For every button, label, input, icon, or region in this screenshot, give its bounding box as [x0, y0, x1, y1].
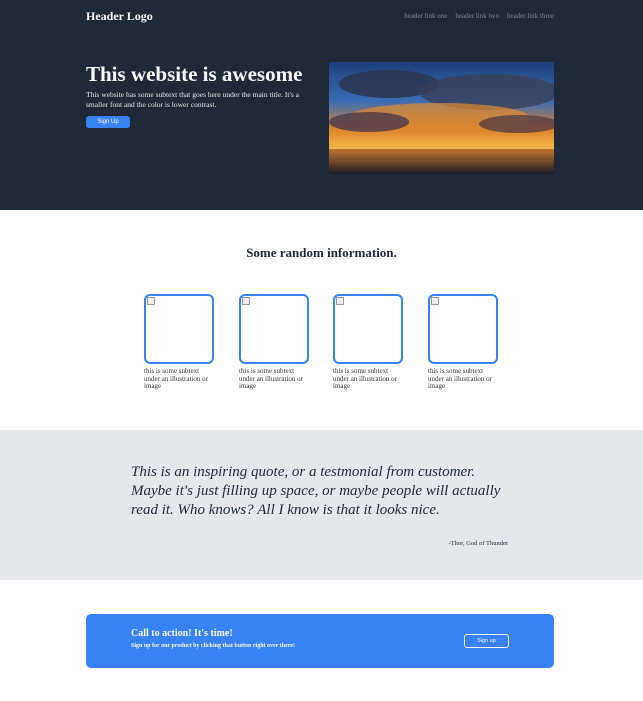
broken-image-icon [431, 297, 439, 305]
header-logo[interactable]: Header Logo [86, 9, 153, 24]
hero-text-block: This website is awesome This website has… [86, 62, 322, 128]
info-card: this is some subtext under an illustrati… [144, 294, 214, 391]
broken-image-icon [242, 297, 250, 305]
info-title: Some random information. [246, 245, 397, 260]
hero-title: This website is awesome [86, 62, 303, 86]
quote-text: This is an inspiring quote, or a testmon… [131, 464, 501, 518]
hero-sunset-image [329, 62, 554, 174]
broken-image-icon [147, 297, 155, 305]
cta-subtext: Sign up for our product by clicking that… [131, 643, 295, 649]
sign-up-button[interactable]: Sign Up [86, 116, 130, 128]
nav-link-two[interactable]: header link two [455, 12, 499, 20]
cta-section: Call to action! It's time! Sign up for o… [0, 580, 643, 700]
hero-section: Header Logo header link one header link … [0, 0, 643, 210]
card-image-placeholder [333, 294, 403, 364]
info-card: this is some subtext under an illustrati… [333, 294, 403, 391]
card-image-placeholder [428, 294, 498, 364]
nav-link-three[interactable]: header link three [507, 12, 554, 20]
info-section: Some random information. this is some su… [0, 210, 643, 430]
info-card: this is some subtext under an illustrati… [428, 294, 498, 391]
card-text: this is some subtext under an illustrati… [428, 367, 492, 390]
info-card: this is some subtext under an illustrati… [239, 294, 309, 391]
card-text: this is some subtext under an illustrati… [144, 367, 208, 390]
header-nav: header link one header link two header l… [404, 12, 554, 20]
card-text: this is some subtext under an illustrati… [239, 367, 303, 390]
broken-image-icon [336, 297, 344, 305]
cta-sign-up-button[interactable]: Sign up [464, 634, 509, 648]
card-image-placeholder [144, 294, 214, 364]
sunset-image-graphic [329, 62, 554, 174]
hero-subtext: This website has some subtext that goes … [86, 90, 299, 109]
card-text: this is some subtext under an illustrati… [333, 367, 397, 390]
cta-title: Call to action! It's time! [131, 628, 233, 639]
nav-link-one[interactable]: header link one [404, 12, 447, 20]
cta-box: Call to action! It's time! Sign up for o… [86, 614, 554, 668]
quote-section: This is an inspiring quote, or a testmon… [0, 430, 643, 580]
quote-author: -Thor, God of Thunder [448, 540, 508, 547]
card-image-placeholder [239, 294, 309, 364]
